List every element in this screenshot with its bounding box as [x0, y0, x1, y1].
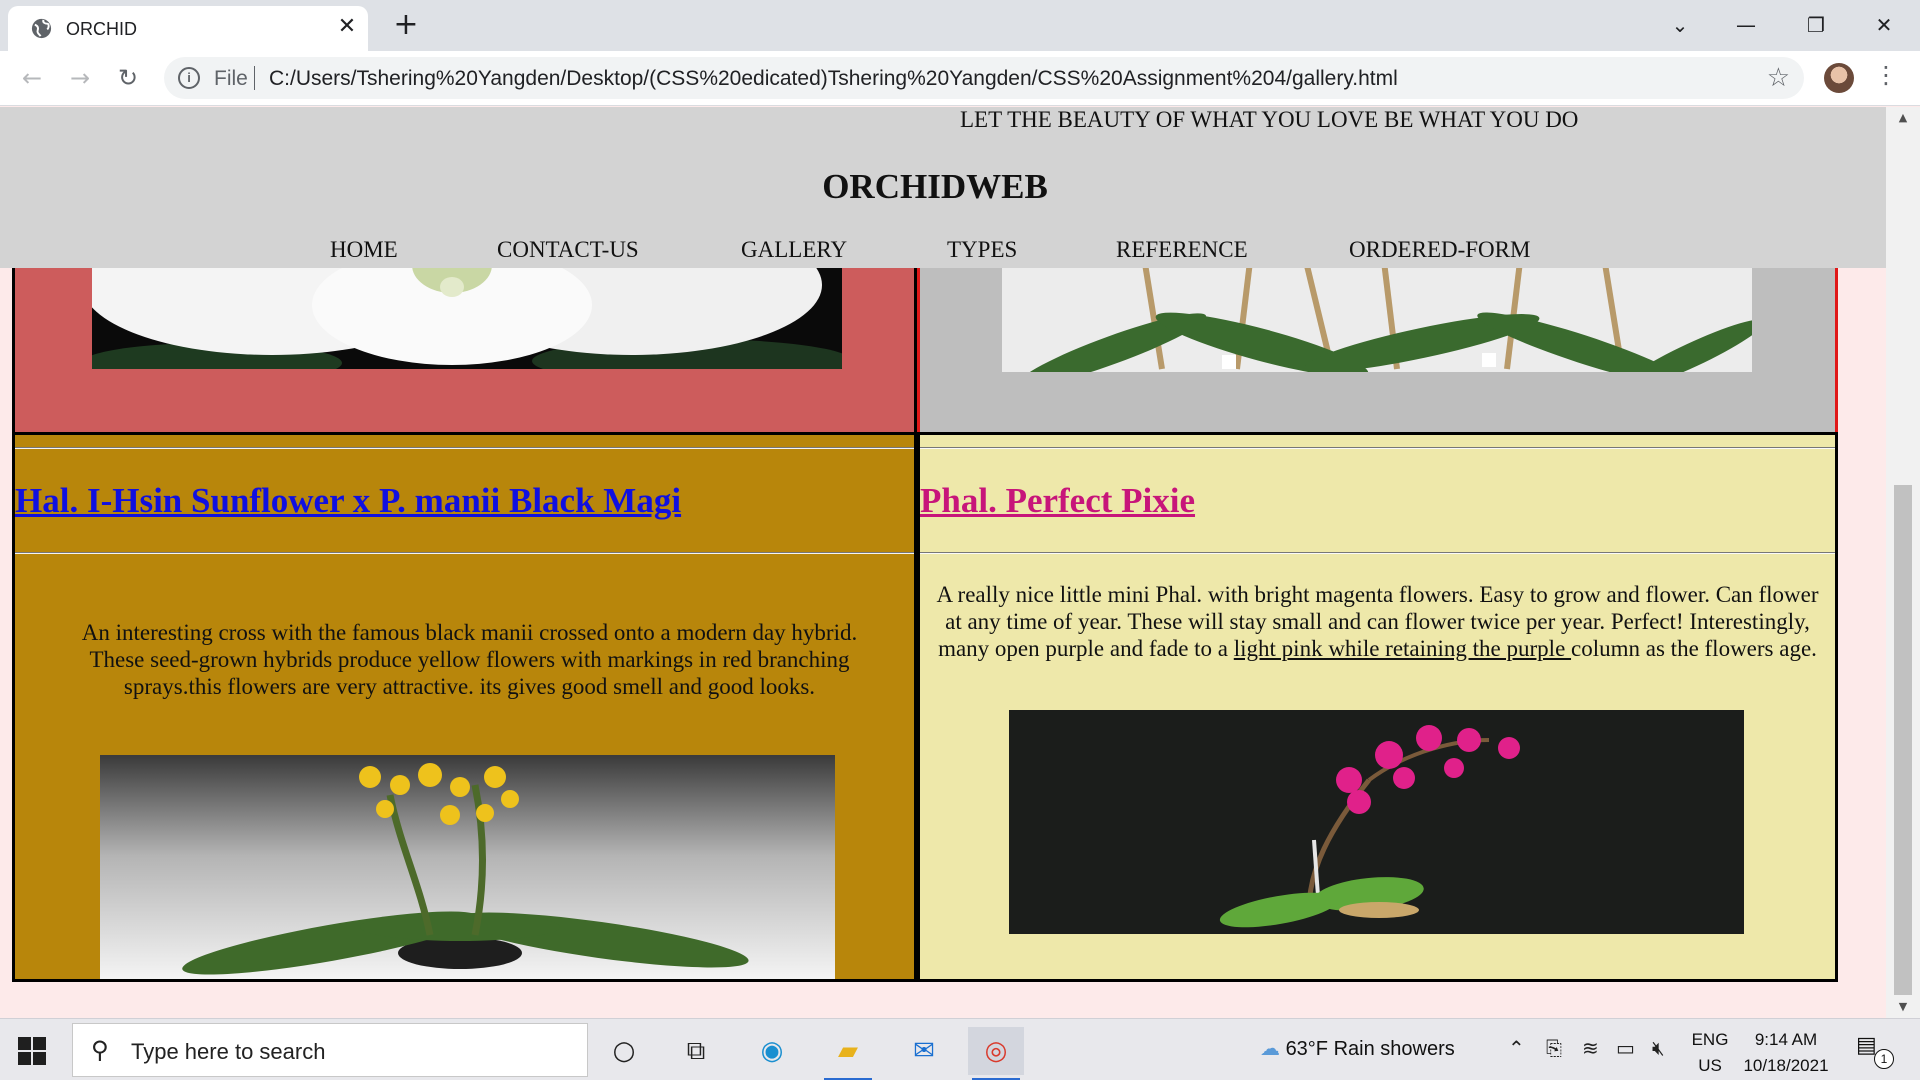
gallery-row-2: Hal. I-Hsin Sunflower x P. manii Black M… — [12, 432, 1838, 982]
system-clock[interactable]: 9:14 AM 10/18/2021 — [1736, 1027, 1836, 1079]
clock-time: 9:14 AM — [1754, 1030, 1818, 1049]
yellow-orchid-photo — [100, 755, 835, 979]
orchid-title-link[interactable]: Hal. I-Hsin Sunflower x P. manii Black M… — [15, 481, 681, 521]
reload-icon[interactable]: ↻ — [110, 60, 146, 96]
search-icon: ⚲ — [91, 1036, 109, 1064]
battery-icon[interactable]: ▭ — [1616, 1036, 1635, 1060]
volume-muted-icon[interactable]: 🔇︎ — [1652, 1036, 1665, 1060]
nav-types[interactable]: TYPES — [947, 237, 1017, 263]
site-logo: ORCHIDWEB — [822, 167, 1048, 206]
tab-title: ORCHID — [66, 19, 137, 39]
profile-avatar[interactable] — [1824, 63, 1854, 93]
gallery-cell-sunflower-hybrid: Hal. I-Hsin Sunflower x P. manii Black M… — [12, 432, 917, 982]
task-view-icon[interactable]: ⧉ — [668, 1027, 724, 1075]
pink-orchid-photo — [1009, 710, 1744, 934]
back-arrow-icon[interactable]: ← — [14, 60, 50, 96]
plus-icon[interactable]: + — [390, 9, 422, 41]
wifi-icon[interactable]: ≋ — [1582, 1036, 1599, 1060]
site-header: LET THE BEAUTY OF WHAT YOU LOVE BE WHAT … — [0, 107, 1886, 268]
nav-ordered-form[interactable]: ORDERED-FORM — [1349, 237, 1530, 263]
scroll-up-arrow-icon[interactable]: ▲ — [1886, 107, 1920, 129]
gallery-cell-perfect-pixie: Phal. Perfect Pixie A really nice little… — [917, 432, 1838, 982]
tagline: LET THE BEAUTY OF WHAT YOU LOVE BE WHAT … — [960, 107, 1579, 132]
kebab-menu-icon[interactable]: ⋮ — [1874, 61, 1898, 89]
mail-icon[interactable]: ✉ — [896, 1027, 952, 1075]
notification-count: 1 — [1874, 1049, 1894, 1069]
star-icon[interactable]: ☆ — [1767, 63, 1790, 93]
nav-home[interactable]: HOME — [330, 237, 398, 263]
cortana-icon[interactable]: ○ — [596, 1027, 652, 1075]
chrome-icon[interactable]: ◎ — [968, 1027, 1024, 1080]
main-nav: HOME CONTACT-US GALLERY TYPES REFERENCE … — [0, 237, 1886, 267]
close-icon[interactable]: ✕ — [334, 14, 360, 40]
scroll-down-arrow-icon[interactable]: ▼ — [1886, 996, 1920, 1018]
url-text[interactable]: C:/Users/Tshering%20Yangden/Desktop/(CSS… — [269, 67, 1398, 91]
vertical-scrollbar[interactable]: ▲ ▼ — [1886, 107, 1920, 1018]
taskbar-search-box[interactable]: ⚲ Type here to search — [72, 1023, 588, 1077]
forward-arrow-icon[interactable]: → — [62, 60, 98, 96]
divider — [15, 447, 914, 449]
description-underlined-text: light pink while retaining the purple — [1233, 636, 1572, 661]
region-code: US — [1698, 1056, 1722, 1075]
nav-contact-us[interactable]: CONTACT-US — [497, 237, 639, 263]
info-icon[interactable]: i — [178, 67, 200, 89]
weather-widget[interactable]: ☁ 63°F Rain showers — [1260, 1036, 1455, 1061]
omnibox-separator — [254, 66, 255, 90]
windows-start-icon[interactable] — [18, 1037, 46, 1065]
window-close-button[interactable]: ✕ — [1856, 6, 1912, 44]
chevron-up-icon[interactable]: ⌃ — [1508, 1036, 1525, 1060]
weather-icon: ☁ — [1260, 1038, 1280, 1060]
globe-icon — [31, 18, 52, 39]
edge-icon[interactable]: ◉ — [744, 1027, 800, 1075]
page-viewport: Hal. I-Hsin Sunflower x P. manii Black M… — [0, 107, 1920, 1018]
description-text: column as the flowers age. — [1571, 636, 1817, 661]
address-bar[interactable]: i File C:/Users/Tshering%20Yangden/Deskt… — [164, 57, 1804, 99]
minimize-button[interactable]: — — [1718, 6, 1774, 44]
clock-date: 10/18/2021 — [1743, 1056, 1829, 1075]
nav-gallery[interactable]: GALLERY — [741, 237, 847, 263]
search-placeholder: Type here to search — [131, 1039, 326, 1064]
weather-text: 63°F Rain showers — [1285, 1038, 1455, 1060]
meet-now-icon[interactable]: ⎘ — [1546, 1036, 1562, 1060]
notification-icon[interactable]: ▤ 1 — [1856, 1033, 1894, 1069]
browser-tab[interactable]: ORCHID ✕ — [8, 6, 368, 51]
scrollbar-thumb[interactable] — [1894, 485, 1912, 995]
browser-toolbar: ← → ↻ i File C:/Users/Tshering%20Yangden… — [0, 51, 1920, 106]
divider — [15, 552, 914, 554]
browser-tab-strip: ORCHID ✕ + ⌄ — ❐ ✕ — [0, 0, 1920, 51]
restore-button[interactable]: ❐ — [1788, 6, 1844, 44]
tab-search-chevron-down-icon[interactable]: ⌄ — [1652, 6, 1708, 44]
divider — [920, 447, 1835, 449]
file-label: File — [214, 67, 248, 90]
language-indicator[interactable]: ENG US — [1690, 1027, 1730, 1079]
orchid-title-link[interactable]: Phal. Perfect Pixie — [920, 481, 1195, 521]
divider — [920, 552, 1835, 554]
file-explorer-icon[interactable]: ▰ — [820, 1027, 876, 1080]
nav-reference[interactable]: REFERENCE — [1116, 237, 1248, 263]
orchid-description: A really nice little mini Phal. with bri… — [930, 581, 1825, 662]
windows-taskbar: ⚲ Type here to search ○ ⧉ ◉ ▰ ✉ ◎ ☁ 63°F… — [0, 1018, 1920, 1080]
orchid-description: An interesting cross with the famous bla… — [81, 620, 858, 699]
language-code: ENG — [1691, 1030, 1729, 1049]
